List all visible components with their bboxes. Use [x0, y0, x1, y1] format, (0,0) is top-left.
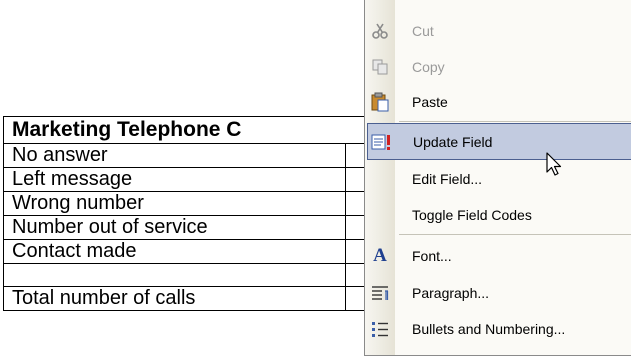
menu-item-label: Copy	[412, 58, 445, 75]
menu-item-label: Edit Field...	[412, 170, 483, 187]
menu-item-bullets-numbering[interactable]: Bullets and Numbering...	[365, 310, 631, 347]
font-icon: A	[373, 244, 387, 266]
menu-item-label: Toggle Field Codes	[412, 206, 532, 223]
mouse-pointer-icon	[546, 152, 564, 183]
menu-item-label: Paragraph...	[412, 284, 490, 301]
menu-item-cut[interactable]: Cut	[365, 12, 631, 49]
menu-item-paste[interactable]: Paste	[365, 83, 631, 120]
paste-icon	[365, 83, 395, 120]
bullets-icon	[365, 310, 395, 347]
scissors-icon	[365, 12, 395, 49]
menu-item-copy[interactable]: Copy	[365, 48, 631, 85]
menu-item-label: Font...	[412, 247, 452, 264]
menu-item-edit-field[interactable]: Edit Field...	[365, 160, 631, 197]
menu-item-font[interactable]: A Font...	[365, 237, 631, 274]
context-menu: Cut Copy Paste Update Field Edit Field..…	[364, 0, 631, 356]
menu-item-label: Cut	[412, 22, 434, 39]
row-label: Contact made	[3, 239, 346, 264]
menu-item-label: Paste	[412, 93, 448, 110]
menu-item-update-field[interactable]: Update Field	[367, 123, 631, 160]
menu-item-toggle-field-codes[interactable]: Toggle Field Codes	[365, 196, 631, 233]
total-label: Total number of calls	[3, 286, 346, 311]
paragraph-icon	[365, 274, 395, 311]
row-label: Left message	[3, 167, 346, 192]
menu-item-paragraph[interactable]: Paragraph...	[365, 274, 631, 311]
update-field-icon	[366, 123, 396, 160]
menu-item-label: Bullets and Numbering...	[412, 320, 566, 337]
menu-item-label: Update Field	[413, 133, 493, 150]
row-label: Number out of service	[3, 215, 346, 240]
menu-separator	[399, 121, 631, 122]
copy-icon	[365, 48, 395, 85]
row-label	[3, 263, 346, 287]
menu-separator	[399, 234, 631, 235]
row-label: Wrong number	[3, 191, 346, 216]
row-label: No answer	[3, 143, 346, 168]
